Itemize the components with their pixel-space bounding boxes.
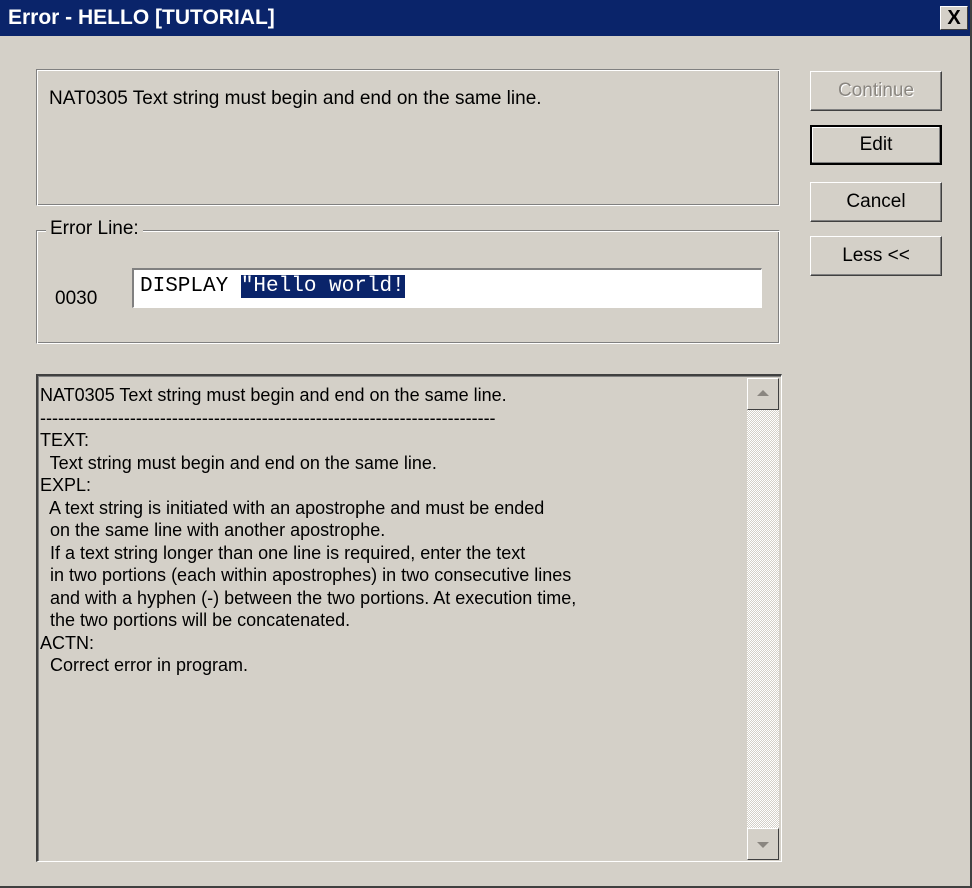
error-details-textbox[interactable]: NAT0305 Text string must begin and end o… (36, 374, 782, 862)
code-selected-text: "Hello world! (240, 275, 405, 298)
arrow-up-icon (757, 390, 769, 396)
error-line-code-field[interactable]: DISPLAY "Hello world! (132, 268, 762, 308)
less-button[interactable]: Less << (810, 236, 942, 276)
error-dialog: Error - HELLO [TUTORIAL] X NAT0305 Text … (0, 0, 972, 888)
error-line-label: Error Line: (46, 218, 143, 240)
window-title: Error - HELLO [TUTORIAL] (8, 6, 275, 29)
scroll-up-button[interactable] (747, 378, 779, 410)
edit-button[interactable]: Edit (810, 125, 942, 165)
error-message-box: NAT0305 Text string must begin and end o… (36, 69, 780, 206)
cancel-button[interactable]: Cancel (810, 182, 942, 222)
error-details-text: NAT0305 Text string must begin and end o… (40, 385, 577, 675)
error-message-text: NAT0305 Text string must begin and end o… (49, 88, 542, 109)
close-icon[interactable]: X (940, 6, 968, 30)
code-text: DISPLAY (140, 275, 241, 298)
arrow-down-icon (757, 842, 769, 848)
details-scrollbar[interactable] (747, 378, 779, 860)
error-line-number: 0030 (55, 288, 98, 309)
continue-button[interactable]: Continue (810, 71, 942, 111)
title-bar[interactable]: Error - HELLO [TUTORIAL] X (0, 0, 970, 36)
scroll-down-button[interactable] (747, 828, 779, 860)
